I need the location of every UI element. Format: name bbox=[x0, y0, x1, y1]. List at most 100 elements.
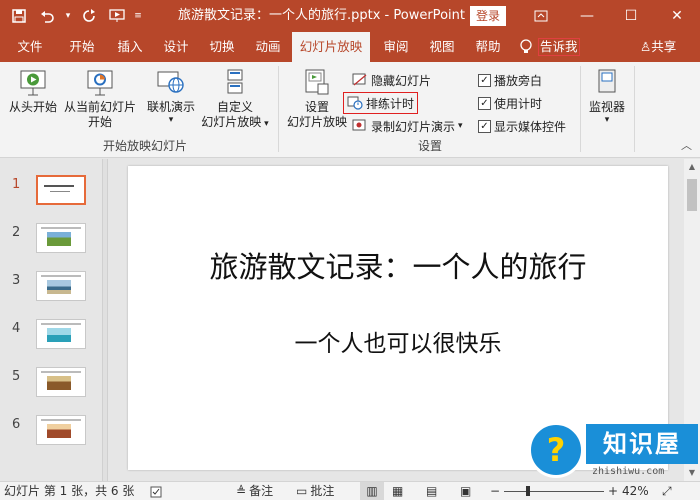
custom-slide-show-button[interactable]: 自定义 幻灯片放映 ▾ bbox=[198, 68, 272, 132]
use-timings-checkbox[interactable]: ✓ 使用计时 bbox=[478, 93, 542, 113]
spell-check-icon[interactable] bbox=[150, 482, 163, 500]
notes-button[interactable]: ≜ 备注 bbox=[236, 482, 273, 500]
tab-view[interactable]: 视图 bbox=[420, 32, 464, 62]
slide-thumbnail[interactable] bbox=[36, 415, 86, 445]
lightbulb-icon bbox=[520, 39, 532, 53]
play-narrations-checkbox[interactable]: ✓ 播放旁白 bbox=[478, 70, 542, 90]
maximize-icon[interactable]: ☐ bbox=[608, 0, 654, 32]
undo-icon[interactable] bbox=[34, 3, 60, 29]
person-icon: ♙ bbox=[640, 39, 652, 54]
monitor-dropdown-icon: ▾ bbox=[604, 115, 610, 125]
show-media-controls-check-icon: ✓ bbox=[478, 119, 491, 133]
thumbnail-item[interactable]: 4 bbox=[0, 319, 102, 359]
thumbnail-picture bbox=[47, 424, 71, 438]
slide-show-view-icon[interactable]: ▣ bbox=[460, 482, 471, 500]
share-label: 共享 bbox=[651, 39, 677, 54]
minimize-icon[interactable]: — bbox=[564, 0, 610, 32]
thumbnail-number: 6 bbox=[12, 417, 21, 432]
show-media-controls-label: 显示媒体控件 bbox=[494, 119, 567, 134]
close-icon[interactable]: ✕ bbox=[654, 0, 700, 32]
zoom-slider-thumb[interactable] bbox=[526, 486, 530, 496]
save-icon[interactable] bbox=[6, 3, 32, 29]
from-current-label-1: 从当前幻灯片 bbox=[63, 100, 136, 114]
slide-title[interactable]: 旅游散文记录：一个人的旅行 bbox=[128, 244, 668, 286]
start-from-beginning-qat-icon[interactable] bbox=[104, 3, 130, 29]
tab-slide-show[interactable]: 幻灯片放映 bbox=[292, 32, 370, 62]
set-up-slide-show-button[interactable]: 设置 幻灯片放映 bbox=[284, 68, 350, 130]
slide-thumbnail[interactable] bbox=[36, 271, 86, 301]
from-current-label-2: 开始 bbox=[87, 115, 112, 129]
comment-icon: ▭ bbox=[296, 484, 308, 498]
slide-thumbnail[interactable] bbox=[36, 367, 86, 397]
thumbnail-picture bbox=[47, 328, 71, 342]
zoom-level[interactable]: 42% bbox=[622, 482, 649, 500]
login-button[interactable]: 登录 bbox=[470, 6, 506, 26]
ribbon-tabs: 文件 开始 插入 设计 切换 动画 幻灯片放映 审阅 视图 帮助 告诉我 ♙共享 bbox=[0, 32, 700, 62]
share-button[interactable]: ♙共享 bbox=[640, 32, 676, 62]
watermark-domain: zhishiwu.com bbox=[592, 466, 665, 477]
slide-thumbnail[interactable] bbox=[36, 223, 86, 253]
scrollbar-thumb[interactable] bbox=[687, 179, 697, 211]
comments-label: 批注 bbox=[310, 484, 335, 498]
comments-button[interactable]: ▭ 批注 bbox=[296, 482, 334, 500]
ribbon-display-options-icon[interactable] bbox=[518, 0, 564, 32]
tab-home[interactable]: 开始 bbox=[60, 32, 104, 62]
tab-help[interactable]: 帮助 bbox=[466, 32, 510, 62]
present-online-dropdown-icon: ▾ bbox=[168, 115, 174, 125]
record-slide-show-button[interactable]: 录制幻灯片演示 ▾ bbox=[352, 116, 463, 136]
watermark-brand: 知识屋 bbox=[586, 424, 698, 464]
tab-design[interactable]: 设计 bbox=[154, 32, 198, 62]
tab-animations[interactable]: 动画 bbox=[246, 32, 290, 62]
slide-thumbnail[interactable] bbox=[36, 319, 86, 349]
set-up-show-label-1: 设置 bbox=[304, 100, 329, 114]
zoom-in-icon[interactable]: + bbox=[608, 482, 618, 500]
use-timings-label: 使用计时 bbox=[494, 96, 543, 111]
slide-sorter-view-icon[interactable]: ▦ bbox=[392, 482, 403, 500]
monitors-button[interactable]: 监视器 ▾ bbox=[584, 68, 630, 125]
zoom-slider[interactable] bbox=[504, 482, 604, 500]
globe-presentation-icon bbox=[157, 71, 184, 93]
reading-view-icon[interactable]: ▤ bbox=[426, 482, 437, 500]
from-current-slide-button[interactable]: 从当前幻灯片 开始 bbox=[60, 68, 140, 130]
watermark: ? 知识屋 zhishiwu.com bbox=[528, 422, 700, 482]
thumbnail-number: 3 bbox=[12, 273, 21, 288]
collapse-ribbon-icon[interactable]: ︿ bbox=[681, 137, 692, 153]
group-separator bbox=[580, 66, 581, 152]
hide-slide-button[interactable]: 隐藏幻灯片 bbox=[352, 70, 431, 90]
present-online-button[interactable]: 联机演示 ▾ bbox=[144, 68, 198, 125]
tab-transitions[interactable]: 切换 bbox=[200, 32, 244, 62]
tab-insert[interactable]: 插入 bbox=[108, 32, 152, 62]
thumbnail-number: 4 bbox=[12, 321, 21, 336]
setup-show-icon bbox=[305, 69, 329, 95]
slide-thumbnail[interactable] bbox=[36, 175, 86, 205]
stopwatch-slide-icon bbox=[347, 96, 363, 110]
show-media-controls-checkbox[interactable]: ✓ 显示媒体控件 bbox=[478, 116, 566, 136]
window-title: 旅游散文记录：一个人的旅行.pptx - PowerPoint bbox=[178, 8, 465, 23]
redo-icon[interactable] bbox=[76, 3, 102, 29]
fit-slide-icon[interactable]: ⤢ bbox=[662, 482, 672, 500]
thumbnail-number: 2 bbox=[12, 225, 21, 240]
rehearse-timings-button[interactable]: 排练计时 bbox=[343, 92, 419, 114]
hide-slide-label: 隐藏幻灯片 bbox=[371, 73, 432, 88]
custom-show-label-1: 自定义 bbox=[216, 100, 253, 114]
thumbnail-item[interactable]: 3 bbox=[0, 271, 102, 311]
thumbnail-item[interactable]: 5 bbox=[0, 367, 102, 407]
tab-review[interactable]: 审阅 bbox=[374, 32, 418, 62]
zoom-out-icon[interactable]: − bbox=[490, 482, 500, 500]
thumbnail-number: 1 bbox=[12, 177, 21, 192]
start-slide-show-group-label: 开始放映幻灯片 bbox=[102, 139, 187, 153]
customize-qat-icon[interactable]: ≡ bbox=[132, 3, 144, 29]
slide-subtitle[interactable]: 一个人也可以很快乐 bbox=[128, 324, 668, 358]
record-show-dropdown-icon: ▾ bbox=[458, 121, 463, 131]
thumbnail-item[interactable]: 1 bbox=[0, 175, 102, 215]
scroll-up-icon[interactable]: ▲ bbox=[684, 159, 700, 175]
present-online-label: 联机演示 bbox=[146, 100, 195, 114]
tab-file[interactable]: 文件 bbox=[8, 32, 52, 62]
normal-view-icon[interactable]: ▥ bbox=[360, 482, 384, 500]
thumbnail-item[interactable]: 2 bbox=[0, 223, 102, 263]
thumbnail-item[interactable]: 6 bbox=[0, 415, 102, 455]
undo-dropdown-icon[interactable]: ▾ bbox=[62, 3, 74, 29]
tell-me-search[interactable]: 告诉我 bbox=[519, 32, 580, 62]
from-beginning-button[interactable]: 从头开始 bbox=[6, 68, 60, 115]
record-show-icon bbox=[352, 119, 366, 131]
